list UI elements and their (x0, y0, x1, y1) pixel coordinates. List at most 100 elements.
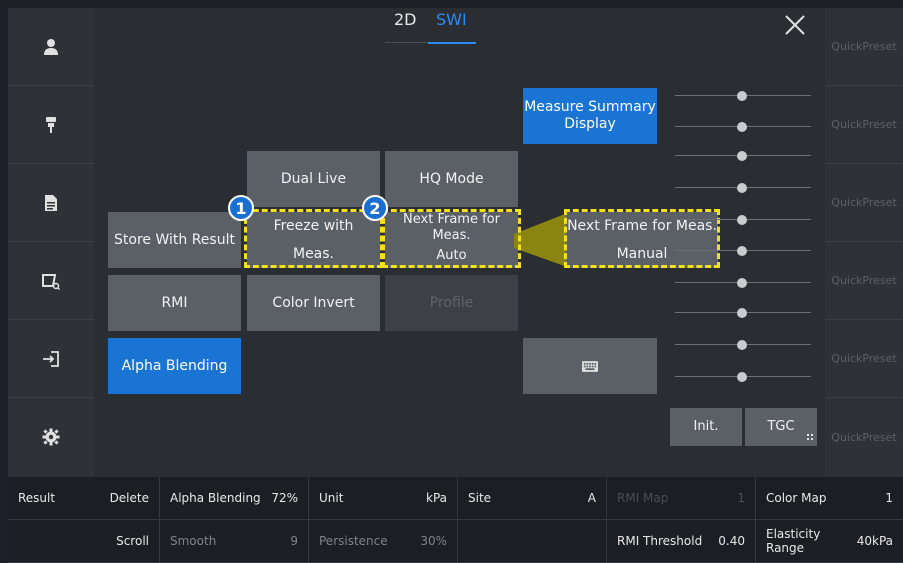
rmi-button[interactable]: RMI (108, 275, 241, 331)
param-label: Result (18, 491, 56, 505)
param-label: Unit (319, 491, 344, 505)
param-site[interactable]: Site A (458, 477, 607, 520)
probe-icon (46, 116, 56, 133)
param-value: 40kPa (856, 534, 893, 548)
param-value: 30% (420, 534, 447, 548)
tgc-slider-8[interactable] (675, 306, 811, 320)
param-empty (458, 520, 607, 563)
param-result[interactable]: Result Delete (8, 477, 160, 520)
tgc-button[interactable]: TGC (745, 408, 817, 446)
dual-live-button[interactable]: Dual Live (247, 151, 380, 207)
tgc-slider-knob[interactable] (737, 183, 747, 193)
keyboard-button[interactable] (523, 338, 657, 394)
callout-connector (514, 212, 570, 268)
review-icon (42, 273, 60, 290)
tab-active-indicator (428, 42, 476, 44)
tgc-slider-1[interactable] (675, 89, 811, 103)
quick-preset-3[interactable]: QuickPreset (825, 164, 903, 242)
param-value: 9 (290, 534, 298, 548)
quick-preset-2[interactable]: QuickPreset (825, 86, 903, 164)
step-badge-2: 2 (362, 195, 388, 221)
param-value: 72% (271, 491, 298, 505)
tgc-slider-knob[interactable] (737, 308, 747, 318)
close-icon[interactable] (784, 14, 806, 36)
tgc-slider-knob[interactable] (737, 246, 747, 256)
gear-icon (42, 428, 60, 446)
param-scroll[interactable]: Scroll (8, 520, 160, 563)
param-value: Scroll (116, 534, 149, 548)
sidebar-item-probe[interactable] (8, 86, 94, 164)
quick-preset-1[interactable]: QuickPreset (825, 8, 903, 86)
quick-preset-4[interactable]: QuickPreset (825, 242, 903, 320)
sidebar-item-exit[interactable] (8, 320, 94, 398)
tgc-slider-4[interactable] (675, 181, 811, 195)
tgc-slider-2[interactable] (675, 120, 811, 134)
tab-divider (385, 42, 428, 43)
param-rmi-map[interactable]: RMI Map 1 (607, 477, 756, 520)
param-value: Delete (109, 491, 149, 505)
keyboard-icon (582, 360, 598, 372)
tgc-slider-knob[interactable] (737, 151, 747, 161)
measure-summary-line1: Measure Summary (524, 99, 656, 116)
tgc-label: TGC (767, 419, 795, 435)
tgc-slider-knob[interactable] (737, 340, 747, 350)
param-value: A (587, 491, 596, 505)
tab-swi[interactable]: SWI (436, 10, 467, 29)
user-icon (44, 38, 58, 55)
tgc-slider-3[interactable] (675, 149, 811, 163)
measure-summary-line2: Display (564, 116, 616, 132)
bottom-parameter-bar: Result Delete Alpha Blending 72% Unit kPa S… (8, 477, 903, 563)
profile-button[interactable]: Profile (385, 275, 518, 331)
param-smooth[interactable]: Smooth 9 (160, 520, 309, 563)
alpha-blending-button[interactable]: Alpha Blending (108, 338, 241, 394)
param-elasticity-range[interactable]: Elasticity Range 40kPa (756, 520, 903, 563)
param-label: RMI Map (617, 491, 669, 505)
highlight-freeze (244, 209, 383, 268)
tgc-slider-knob[interactable] (737, 278, 747, 288)
param-value: kPa (426, 491, 447, 505)
sidebar-item-patient[interactable] (8, 8, 94, 86)
param-label: RMI Threshold (617, 534, 703, 548)
param-label: Color Map (766, 491, 827, 505)
quick-preset-6[interactable]: QuickPreset (825, 398, 903, 476)
document-icon (45, 194, 57, 211)
param-value: 0.40 (718, 534, 745, 548)
tgc-slider-5[interactable] (675, 213, 811, 227)
param-label: Site (468, 491, 492, 505)
param-value: 1 (885, 491, 893, 505)
exit-icon (43, 350, 59, 367)
init-button[interactable]: Init. (670, 408, 742, 446)
color-invert-button[interactable]: Color Invert (247, 275, 380, 331)
tab-2d[interactable]: 2D (394, 10, 417, 29)
grid-dots-icon (807, 434, 813, 440)
store-with-result-button[interactable]: Store With Result (108, 212, 241, 268)
tgc-slider-9[interactable] (675, 338, 811, 352)
sidebar-item-review[interactable] (8, 242, 94, 320)
quick-preset-panel: QuickPreset QuickPreset QuickPreset Quic… (825, 8, 903, 477)
param-color-map[interactable]: Color Map 1 (756, 477, 903, 520)
tgc-slider-knob[interactable] (737, 215, 747, 225)
sidebar-item-settings[interactable] (8, 398, 94, 476)
sidebar-item-report[interactable] (8, 164, 94, 242)
param-persistence[interactable]: Persistence 30% (309, 520, 458, 563)
param-unit[interactable]: Unit kPa (309, 477, 458, 520)
tgc-slider-6[interactable] (675, 244, 811, 258)
tgc-slider-10[interactable] (675, 370, 811, 384)
param-label: Alpha Blending (170, 491, 261, 505)
param-value: 1 (737, 491, 745, 505)
param-label: Smooth (170, 534, 217, 548)
param-alpha-blending[interactable]: Alpha Blending 72% (160, 477, 309, 520)
step-badge-1: 1 (228, 195, 254, 221)
tgc-slider-knob[interactable] (737, 372, 747, 382)
tgc-slider-knob[interactable] (737, 122, 747, 132)
measure-summary-display-button[interactable]: Measure Summary Display (523, 88, 657, 144)
quick-preset-5[interactable]: QuickPreset (825, 320, 903, 398)
param-label: Elasticity Range (766, 527, 821, 555)
hq-mode-button[interactable]: HQ Mode (385, 151, 518, 207)
left-sidebar (8, 8, 94, 477)
tgc-slider-7[interactable] (675, 276, 811, 290)
param-rmi-threshold[interactable]: RMI Threshold 0.40 (607, 520, 756, 563)
tgc-slider-knob[interactable] (737, 91, 747, 101)
param-label: Persistence (319, 534, 388, 548)
highlight-next-frame (382, 209, 521, 268)
